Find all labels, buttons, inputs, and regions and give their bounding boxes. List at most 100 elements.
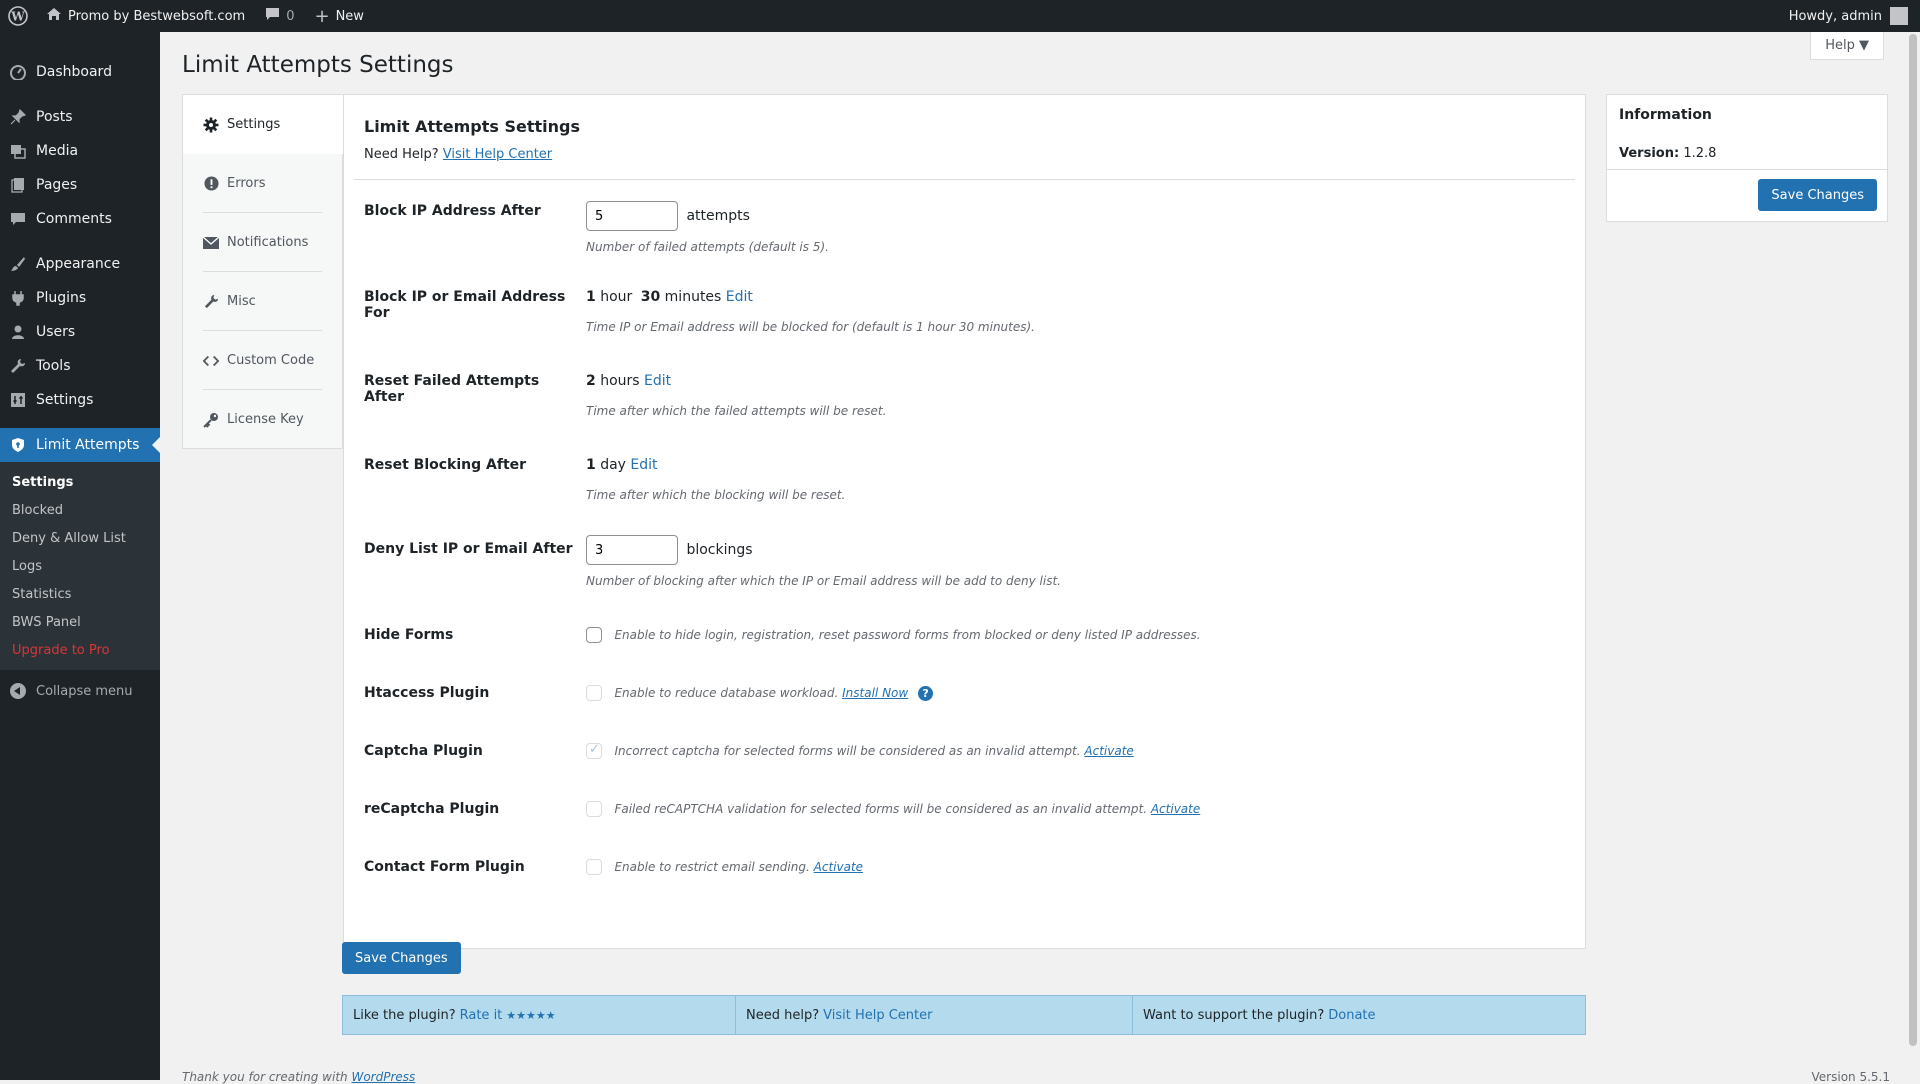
info-save-changes-button[interactable]: Save Changes xyxy=(1758,179,1877,211)
information-title: Information xyxy=(1619,107,1712,123)
captcha-checkbox[interactable] xyxy=(586,742,602,759)
submenu-deny-allow-list[interactable]: Deny & Allow List xyxy=(0,524,160,552)
captcha-activate-link[interactable]: Activate xyxy=(1084,744,1133,758)
field-recaptcha: Failed reCAPTCHA validation for selected… xyxy=(586,801,1200,817)
label-block-ip: Block IP Address After xyxy=(364,203,541,219)
submenu-logs[interactable]: Logs xyxy=(0,552,160,580)
new-content-link[interactable]: + New xyxy=(304,0,373,32)
help-question-icon[interactable]: ? xyxy=(918,685,934,701)
block-for-hour-word: hour xyxy=(600,289,633,305)
block-for-edit-link[interactable]: Edit xyxy=(726,289,753,305)
label-htaccess: Htaccess Plugin xyxy=(364,685,490,701)
collapse-menu-button[interactable]: Collapse menu xyxy=(0,674,160,708)
scrollbar-thumb[interactable] xyxy=(1909,34,1917,1046)
collapse-menu-label: Collapse menu xyxy=(36,683,133,699)
new-label: New xyxy=(335,8,364,24)
deny-list-blockings-input[interactable] xyxy=(586,535,678,565)
tab-label-settings: Settings xyxy=(227,117,281,132)
submenu-settings[interactable]: Settings xyxy=(0,468,160,496)
contact-form-activate-link[interactable]: Activate xyxy=(814,860,863,874)
tab-misc[interactable]: Misc xyxy=(183,272,342,331)
my-account-link[interactable]: Howdy, admin xyxy=(1779,0,1920,32)
divider xyxy=(354,179,1575,180)
htaccess-desc: Enable to reduce database workload. Inst… xyxy=(614,686,912,700)
contact-form-desc: Enable to restrict email sending. Activa… xyxy=(614,860,863,874)
tab-notifications[interactable]: Notifications xyxy=(183,213,342,272)
help-tab-button[interactable]: Help ▼ xyxy=(1810,32,1884,60)
menu-item-tools[interactable]: Tools xyxy=(0,349,160,383)
menu-item-users[interactable]: Users xyxy=(0,315,160,349)
comments-link[interactable]: 0 xyxy=(255,0,304,32)
rate-it-link[interactable]: Rate it xyxy=(460,1008,503,1023)
field-captcha: Incorrect captcha for selected forms wil… xyxy=(586,742,1134,759)
admin-menu: Dashboard Posts Media Pages Comments App… xyxy=(0,32,160,1080)
tab-custom-code[interactable]: Custom Code xyxy=(183,331,342,390)
tab-label-custom-code: Custom Code xyxy=(227,353,315,368)
pushpin-icon xyxy=(10,109,26,125)
reset-blocking-edit-link[interactable]: Edit xyxy=(630,457,657,473)
site-name-link[interactable]: Promo by Bestwebsoft.com xyxy=(36,0,255,32)
block-for-minutes-word: minutes xyxy=(664,289,722,305)
menu-label-users: Users xyxy=(36,324,76,340)
information-box: Information Version: 1.2.8 Save Changes xyxy=(1606,94,1888,222)
tab-settings[interactable]: Settings xyxy=(183,95,343,154)
plugin-footer-bar: Like the plugin? Rate it ★★★★★ Need help… xyxy=(342,995,1586,1035)
wp-body: Help ▼ Limit Attempts Settings Settings … xyxy=(160,32,1920,1084)
submenu-blocked[interactable]: Blocked xyxy=(0,496,160,524)
htaccess-install-now-link[interactable]: Install Now xyxy=(842,686,908,700)
menu-item-appearance[interactable]: Appearance xyxy=(0,247,160,281)
block-for-hours: 1 xyxy=(586,289,596,305)
menu-label-posts: Posts xyxy=(36,109,73,125)
menu-item-plugins[interactable]: Plugins xyxy=(0,281,160,315)
wordpress-link[interactable]: WordPress xyxy=(351,1070,415,1084)
menu-item-dashboard[interactable]: Dashboard xyxy=(0,55,160,89)
hide-forms-checkbox[interactable] xyxy=(586,627,602,643)
submenu-statistics[interactable]: Statistics xyxy=(0,580,160,608)
gear-icon xyxy=(203,117,219,133)
desc-block-for: Time IP or Email address will be blocked… xyxy=(586,320,1035,334)
tab-errors[interactable]: Errors xyxy=(183,154,342,213)
contact-form-checkbox[interactable] xyxy=(586,859,602,875)
menu-item-pages[interactable]: Pages xyxy=(0,168,160,202)
footer-visit-help-center-link[interactable]: Visit Help Center xyxy=(823,1008,932,1023)
field-hide-forms: Enable to hide login, registration, rese… xyxy=(586,627,1201,643)
recaptcha-activate-link[interactable]: Activate xyxy=(1151,802,1200,816)
tab-license-key[interactable]: License Key xyxy=(183,390,342,449)
menu-label-tools: Tools xyxy=(36,358,71,374)
avatar xyxy=(1890,7,1908,25)
menu-item-limit-attempts[interactable]: Limit Attempts xyxy=(0,428,160,462)
menu-label-pages: Pages xyxy=(36,177,78,193)
menu-item-settings[interactable]: Settings xyxy=(0,383,160,417)
tab-label-misc: Misc xyxy=(227,294,256,309)
version-value: 1.2.8 xyxy=(1683,146,1717,161)
htaccess-checkbox[interactable] xyxy=(586,685,602,701)
donate-link[interactable]: Donate xyxy=(1328,1008,1375,1023)
rating-stars-icon[interactable]: ★★★★★ xyxy=(506,1009,555,1022)
menu-item-posts[interactable]: Posts xyxy=(0,100,160,134)
reset-failed-edit-link[interactable]: Edit xyxy=(644,373,671,389)
block-for-minutes: 30 xyxy=(640,289,661,305)
menu-item-media[interactable]: Media xyxy=(0,134,160,168)
page-scrollbar[interactable] xyxy=(1906,32,1920,1080)
settings-panel-title: Limit Attempts Settings xyxy=(364,117,580,136)
settings-panel: Limit Attempts Settings Need Help? Visit… xyxy=(343,94,1586,949)
wrench-icon xyxy=(10,358,26,374)
recaptcha-checkbox[interactable] xyxy=(586,801,602,817)
block-ip-attempts-input[interactable] xyxy=(586,201,678,231)
visit-help-center-link[interactable]: Visit Help Center xyxy=(443,147,552,162)
submenu-bws-panel[interactable]: BWS Panel xyxy=(0,608,160,636)
menu-label-media: Media xyxy=(36,143,79,159)
save-changes-button[interactable]: Save Changes xyxy=(342,942,461,974)
menu-label-comments: Comments xyxy=(36,211,112,227)
wordpress-logo-icon[interactable]: W xyxy=(0,0,36,32)
htaccess-desc-text: Enable to reduce database workload. xyxy=(614,686,839,700)
deny-list-unit: blockings xyxy=(686,542,753,558)
menu-item-comments[interactable]: Comments xyxy=(0,202,160,236)
settings-icon xyxy=(10,392,26,408)
comments-icon xyxy=(10,211,26,227)
menu-label-limit-attempts: Limit Attempts xyxy=(36,437,140,453)
submenu-upgrade-to-pro[interactable]: Upgrade to Pro xyxy=(0,636,160,664)
desc-block-ip: Number of failed attempts (default is 5)… xyxy=(586,240,829,254)
field-htaccess: Enable to reduce database workload. Inst… xyxy=(586,685,934,701)
footer-thanks-text: Thank you for creating with xyxy=(182,1070,348,1084)
